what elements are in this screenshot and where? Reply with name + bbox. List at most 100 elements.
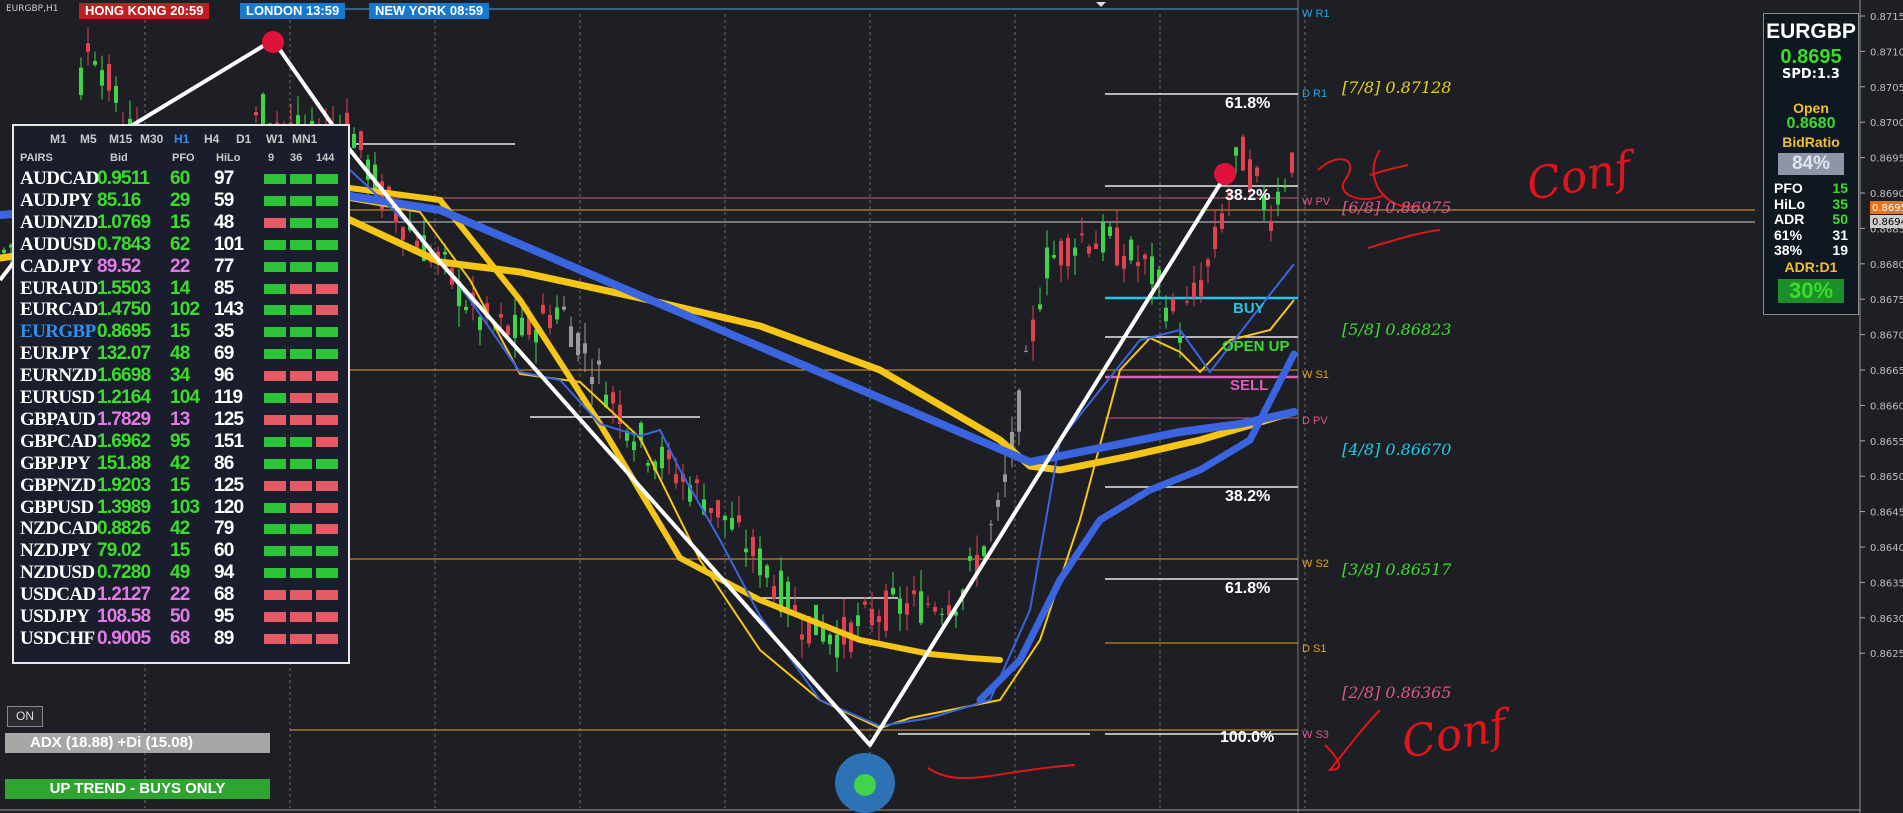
timeframe-m30[interactable]: M30 [140,132,163,146]
candle-body [611,392,615,404]
candle-body [695,479,699,484]
pair-symbol: GBPAUD [20,408,96,430]
timeframe-h1[interactable]: H1 [174,132,189,146]
pair-bid: 1.5503 [97,277,151,299]
pair-row[interactable]: EURAUD 1.5503 14 85 [14,278,348,300]
pair-row[interactable]: AUDUSD 0.7843 62 101 [14,234,348,256]
candle-body [499,314,503,318]
trend-box [316,414,338,425]
trend-box [264,217,286,228]
candle-body [261,93,265,129]
candle-body [1129,239,1133,261]
pair-pfo: 15 [170,474,190,496]
pair-pfo: 42 [170,452,190,474]
murrey-level-label: [4/8] 0.86670 [1342,440,1452,459]
candle-body [1031,319,1035,342]
trend-box [264,414,286,425]
pair-row[interactable]: EURCAD 1.4750 102 143 [14,299,348,321]
candle-body [1241,136,1245,171]
price-scale-label: 0.8655 [1870,437,1903,448]
pair-bid: 0.8826 [97,518,151,540]
pair-row[interactable]: USDJPY 108.58 50 95 [14,606,348,628]
timeframe-mn1[interactable]: MN1 [292,132,317,146]
pair-hilo: 59 [214,189,234,211]
pair-symbol: GBPCAD [20,430,97,452]
trend-box [290,327,312,338]
timeframe-m5[interactable]: M5 [80,132,97,146]
trend-box [290,524,312,535]
candle-body [877,616,881,623]
price-scale-label: 0.8665 [1870,366,1903,377]
pair-symbol: EURAUD [20,277,98,299]
trend-box [290,195,312,206]
pair-symbol: CADJPY [20,255,93,277]
timeframe-w1[interactable]: W1 [266,132,284,146]
timeframe-m15[interactable]: M15 [109,132,132,146]
current-price-tag-label: 0.8694 [1872,217,1903,228]
pair-bid: 151.88 [97,452,151,474]
pair-bid: 1.9203 [97,474,151,496]
pair-row[interactable]: GBPCAD 1.6962 95 151 [14,431,348,453]
pair-row[interactable]: AUDCAD 0.9511 60 97 [14,168,348,190]
pair-symbol: GBPUSD [20,496,94,518]
candle-body [933,606,937,612]
pair-pfo: 15 [170,211,190,233]
fib-level-label: 61.8% [1225,95,1271,112]
pair-row[interactable]: EURNZD 1.6698 34 96 [14,365,348,387]
header-bid: Bid [110,152,128,164]
pair-hilo: 143 [214,299,244,321]
pair-row[interactable]: EURJPY 132.07 48 69 [14,343,348,365]
pair-row[interactable]: AUDNZD 1.0769 15 48 [14,212,348,234]
pair-row[interactable]: GBPJPY 151.88 42 86 [14,453,348,475]
pair-row[interactable]: EURGBP 0.8695 15 35 [14,321,348,343]
pair-pfo: 48 [170,343,190,365]
candle-body [1003,474,1007,482]
pair-row[interactable]: USDCAD 1.2127 22 68 [14,584,348,606]
zigzag-high-marker [1214,163,1236,185]
price-scale-label: 0.8700 [1870,118,1903,129]
pair-row[interactable]: CADJPY 89.52 22 77 [14,256,348,278]
pair-bid: 1.0769 [97,211,151,233]
candle-body [674,474,678,484]
timeframe-d1[interactable]: D1 [236,132,251,146]
candle-body [1283,186,1287,188]
pair-row[interactable]: NZDCAD 0.8826 42 79 [14,518,348,540]
pair-row[interactable]: EURUSD 1.2164 104 119 [14,387,348,409]
price-scale-label: 0.8640 [1870,543,1903,554]
trend-box [290,349,312,360]
candle-body [548,314,552,328]
price-scale-label: 0.8710 [1870,47,1903,58]
pair-row[interactable]: NZDUSD 0.7280 49 94 [14,562,348,584]
info-adr-label: ADR:D1 [1784,259,1838,275]
pair-pfo: 68 [170,627,190,649]
pair-row[interactable]: GBPUSD 1.3989 103 120 [14,497,348,519]
pair-symbol: AUDJPY [20,189,93,211]
candle-body [968,556,972,561]
stat-label: PFO [1774,180,1803,196]
pair-bid: 108.58 [97,606,151,627]
pair-row[interactable]: USDCHF 0.9005 68 89 [14,628,348,650]
candle-body [1024,350,1028,352]
pair-row[interactable]: GBPAUD 1.7829 13 125 [14,409,348,431]
pair-bid: 132.07 [97,343,151,365]
pair-row[interactable]: AUDJPY 85.16 29 59 [14,190,348,212]
trend-box [316,524,338,535]
on-button[interactable]: ON [7,706,43,727]
candle-body [562,306,566,310]
pivot-label: D R1 [1302,88,1328,100]
candle-body [1150,256,1154,285]
price-scale-label: 0.8660 [1870,401,1903,412]
candle-body [884,590,888,631]
timeframe-m1[interactable]: M1 [50,132,67,146]
price-scale-label: 0.8625 [1870,649,1903,660]
pair-symbol: AUDNZD [20,211,98,233]
trend-box [264,568,286,579]
pair-hilo: 68 [214,584,234,606]
trend-box [316,327,338,338]
stat-label: 38% [1774,242,1803,258]
pair-row[interactable]: NZDJPY 79.02 15 60 [14,540,348,562]
info-spread: SPD:1.3 [1782,67,1840,82]
price-scale-label: 0.8645 [1870,508,1903,519]
pair-row[interactable]: GBPNZD 1.9203 15 125 [14,475,348,497]
timeframe-h4[interactable]: H4 [204,132,219,146]
